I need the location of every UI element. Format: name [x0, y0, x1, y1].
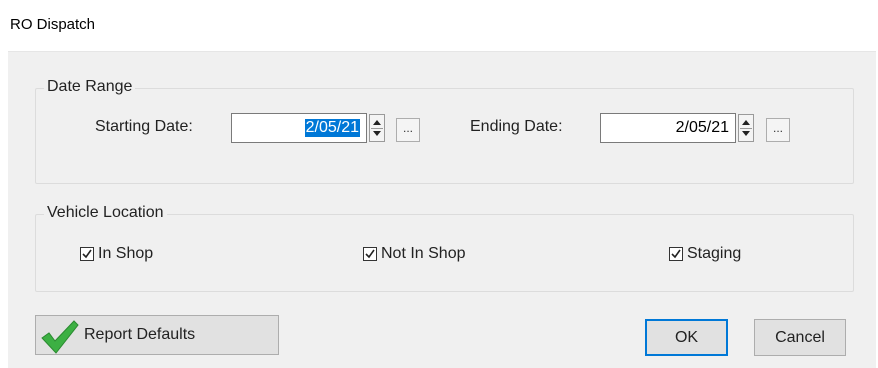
- cancel-button[interactable]: Cancel: [754, 319, 846, 356]
- starting-date-input[interactable]: 2/05/21: [231, 113, 367, 143]
- date-range-legend: Date Range: [44, 78, 136, 96]
- title-bar: RO Dispatch: [0, 0, 878, 50]
- starting-date-picker-button[interactable]: ...: [396, 118, 420, 142]
- in-shop-checkbox[interactable]: In Shop: [80, 245, 153, 263]
- spin-up-icon[interactable]: [373, 120, 381, 125]
- vehicle-location-legend: Vehicle Location: [44, 204, 167, 222]
- checkbox-checked-icon[interactable]: [80, 247, 94, 261]
- window-title: RO Dispatch: [10, 16, 96, 33]
- starting-date-value: 2/05/21: [304, 119, 360, 137]
- spin-down-icon[interactable]: [742, 131, 750, 136]
- vehicle-location-group: Vehicle Location In Shop Not In Shop Sta…: [35, 204, 854, 292]
- spin-up-icon[interactable]: [742, 120, 750, 125]
- ending-date-label: Ending Date:: [470, 118, 563, 135]
- spin-down-icon[interactable]: [373, 131, 381, 136]
- in-shop-label: In Shop: [98, 245, 154, 262]
- not-in-shop-checkbox[interactable]: Not In Shop: [363, 245, 466, 263]
- ok-button[interactable]: OK: [645, 319, 728, 356]
- starting-date-spinner[interactable]: [369, 114, 385, 142]
- dialog-client-area: Date Range Starting Date: 2/05/21 ... En…: [8, 51, 876, 368]
- ending-date-spinner[interactable]: [738, 114, 754, 142]
- staging-label: Staging: [687, 245, 742, 262]
- ending-date-picker-button[interactable]: ...: [766, 118, 790, 142]
- not-in-shop-label: Not In Shop: [381, 245, 466, 262]
- checkbox-checked-icon[interactable]: [669, 247, 683, 261]
- ok-label: OK: [674, 329, 699, 346]
- report-defaults-label: Report Defaults: [84, 326, 196, 343]
- report-defaults-button[interactable]: Report Defaults: [35, 315, 279, 355]
- ending-date-value: 2/05/21: [675, 119, 729, 136]
- starting-date-label: Starting Date:: [95, 118, 193, 135]
- ending-date-input[interactable]: 2/05/21: [600, 113, 736, 143]
- date-range-group: Date Range Starting Date: 2/05/21 ... En…: [35, 78, 854, 184]
- staging-checkbox[interactable]: Staging: [669, 245, 741, 263]
- checkbox-checked-icon[interactable]: [363, 247, 377, 261]
- cancel-label: Cancel: [775, 329, 825, 346]
- green-checkmark-icon: [41, 320, 79, 354]
